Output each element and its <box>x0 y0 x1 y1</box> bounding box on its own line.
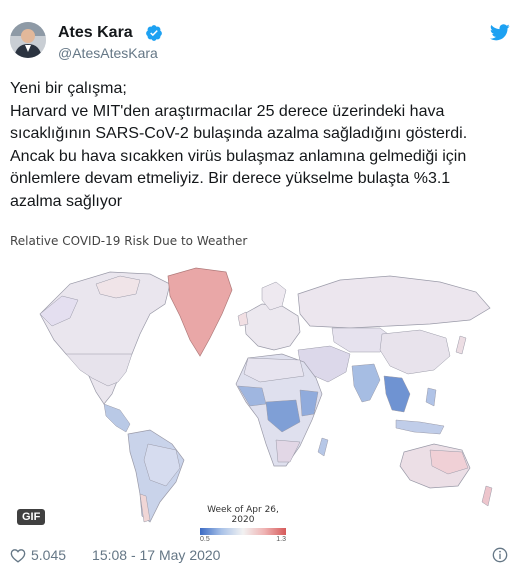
usa-region <box>65 353 133 387</box>
like-count[interactable]: 5.045 <box>31 547 66 563</box>
tweet-footer: 5.045 15:08 - 17 May 2020 <box>10 547 220 563</box>
legend-color-bar <box>200 528 286 535</box>
indonesia-shape <box>395 419 445 435</box>
china-shape <box>379 329 451 375</box>
southeast-asia-shape <box>383 375 411 413</box>
twitter-bird-icon[interactable] <box>490 24 510 41</box>
west-africa-region <box>237 385 267 407</box>
world-risk-map[interactable] <box>0 254 512 535</box>
russia-shape <box>297 275 491 329</box>
greenland-shape <box>167 267 233 357</box>
tweet-line: Ancak bu hava sıcakken virüs bulaşmaz an… <box>10 147 467 165</box>
japan-shape <box>455 335 467 355</box>
gif-badge: GIF <box>17 509 46 525</box>
uk-region <box>237 311 249 327</box>
tweet-line: Yeni bir çalışma; <box>10 80 127 97</box>
author-name[interactable]: Ates Kara <box>58 24 133 42</box>
heart-icon[interactable] <box>10 548 26 563</box>
tweet-card: Ates Kara @AtesAtesKara Yeni bir çalışma… <box>0 0 512 568</box>
map-legend: Week of Apr 26, 2020 0.5 1.3 <box>196 505 290 543</box>
info-icon[interactable] <box>492 547 508 563</box>
verified-badge-icon <box>146 25 162 41</box>
india-shape <box>351 363 381 403</box>
media-title: Relative COVID-19 Risk Due to Weather <box>10 234 248 248</box>
tweet-line: önlemlere devam etmeliyiz. Bir derece yü… <box>10 170 451 188</box>
madagascar-shape <box>317 437 329 457</box>
author-handle[interactable]: @AtesAtesKara <box>58 45 158 61</box>
avatar[interactable] <box>10 22 46 58</box>
tweet-line: Harvard ve MIT'den araştırmacılar 25 der… <box>10 102 445 120</box>
tweet-line: azalma sağlıyor <box>10 192 123 210</box>
central-america-shape <box>103 403 131 433</box>
world-map-graphic <box>39 267 493 523</box>
tweet-text: Yeni bir çalışma; Harvard ve MIT'den ara… <box>10 78 510 214</box>
philippines-shape <box>425 387 437 407</box>
tweet-timestamp[interactable]: 15:08 - 17 May 2020 <box>92 547 220 563</box>
new-zealand-shape <box>481 485 493 507</box>
legend-title: Week of Apr 26, 2020 <box>207 505 279 525</box>
legend-scale: 0.5 1.3 <box>196 536 290 543</box>
tweet-line: sıcaklığının SARS-CoV-2 bulaşında azalma… <box>10 125 468 143</box>
europe-shape <box>243 303 301 351</box>
legend-max: 1.3 <box>276 536 286 543</box>
legend-min: 0.5 <box>200 536 210 543</box>
